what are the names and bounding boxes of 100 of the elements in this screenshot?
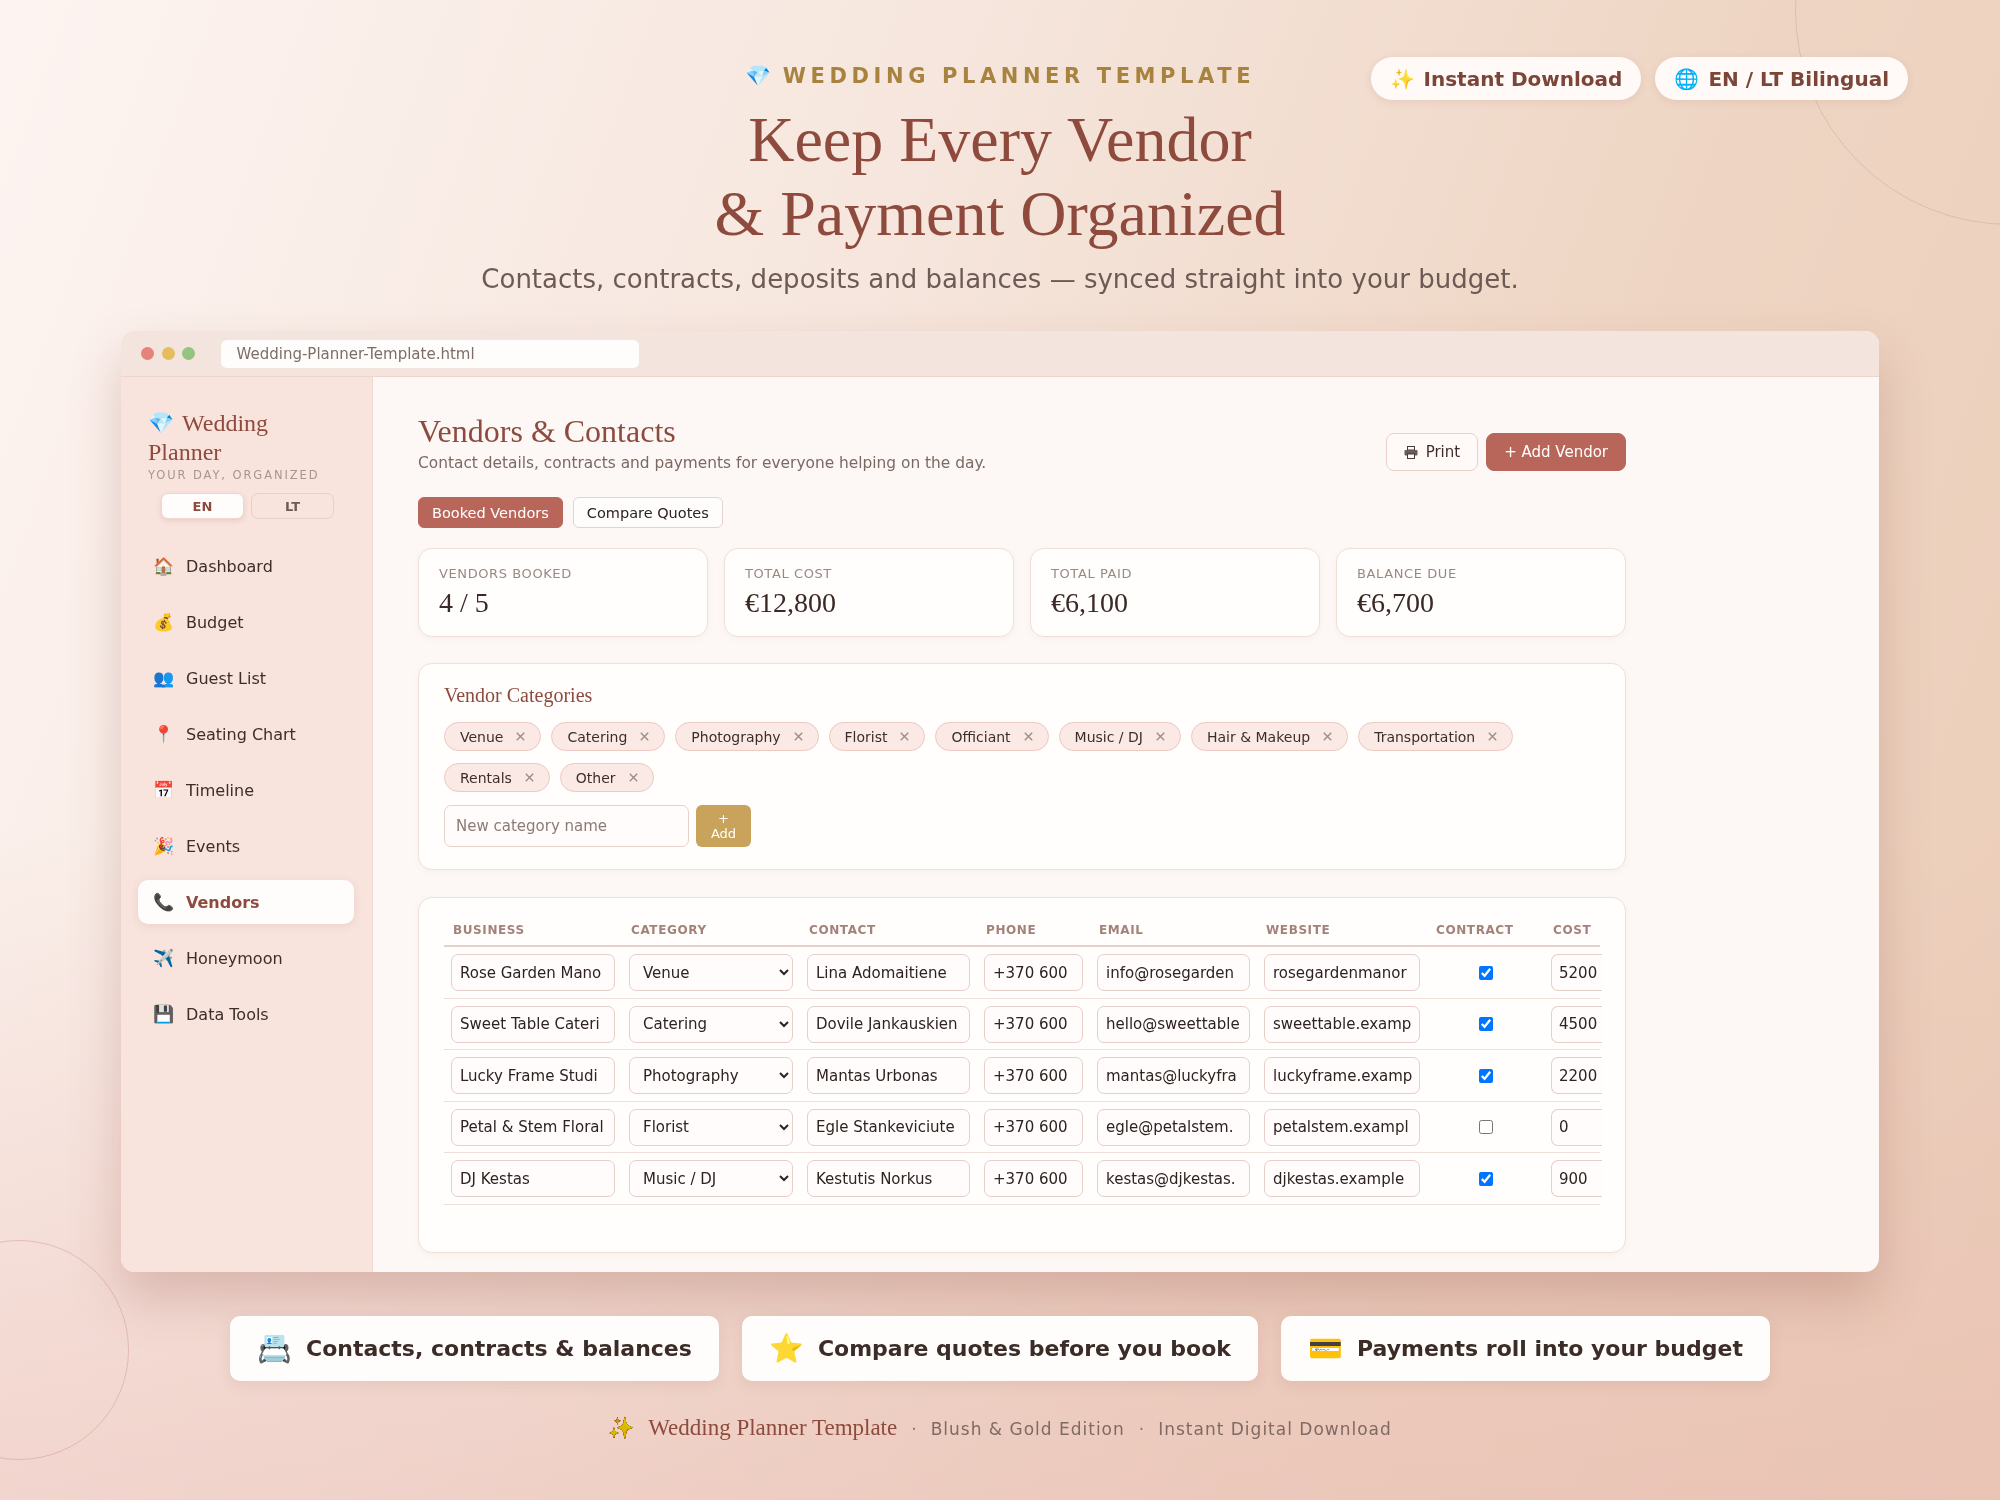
business-name-field[interactable]: DJ Kestas <box>451 1160 615 1198</box>
column-header: PHONE <box>985 923 1037 939</box>
contact-name-field[interactable]: Dovile Jankauskien <box>807 1005 970 1043</box>
logo-text: Wedding <box>182 409 269 438</box>
credit-card-icon: 💳 <box>1307 1334 1343 1363</box>
tag-label: Other <box>575 769 616 786</box>
email-field[interactable]: info@rosegarden <box>1097 954 1250 991</box>
website-field[interactable]: luckyframe.examp <box>1264 1057 1420 1095</box>
tag-label: Officiant <box>951 728 1011 745</box>
badge-label: Instant Download <box>1423 66 1623 91</box>
contract-checkbox[interactable] <box>1478 1120 1493 1135</box>
separator-dot: · <box>1138 1419 1145 1439</box>
close-icon[interactable] <box>1488 732 1498 741</box>
phone-field[interactable]: +370 600 <box>984 1108 1083 1146</box>
business-name-field[interactable]: Sweet Table Cateri <box>451 1005 615 1043</box>
email-field[interactable]: egle@petalstem. <box>1097 1108 1250 1146</box>
website-field[interactable]: djkestas.example <box>1264 1160 1420 1198</box>
logo-text: Planner <box>148 438 222 467</box>
sidebar-item[interactable]: 📞 Vendors <box>138 880 354 924</box>
sidebar-item[interactable]: 💰 Budget <box>138 600 354 644</box>
category-select[interactable]: Catering <box>629 1005 793 1043</box>
close-icon[interactable] <box>793 732 803 741</box>
language-toggle[interactable]: EN <box>161 493 244 519</box>
floppy-disk-icon: 💾 <box>153 1005 174 1023</box>
phone-field[interactable]: +370 600 <box>984 1160 1083 1198</box>
sidebar-item[interactable]: ✈ Honeymoon <box>138 936 354 980</box>
stat-value: €12,800 <box>745 587 836 619</box>
cost-field[interactable]: 2200 <box>1551 1057 1602 1095</box>
language-toggle[interactable]: LT <box>251 493 334 519</box>
tag-label: Rentals <box>460 769 512 786</box>
stat-value: €6,700 <box>1357 587 1434 619</box>
email-field[interactable]: mantas@luckyfra <box>1097 1057 1250 1095</box>
card-index-icon: 📇 <box>257 1334 293 1363</box>
tag-label: Music / DJ <box>1074 728 1143 745</box>
website-field[interactable]: sweettable.examp <box>1264 1005 1420 1043</box>
view-tab[interactable]: Compare Quotes <box>572 497 723 528</box>
contract-checkbox[interactable] <box>1478 1171 1493 1186</box>
feature-label: Payments roll into your budget <box>1356 1336 1743 1361</box>
tag-label: Photography <box>691 728 781 745</box>
phone-field[interactable]: +370 600 <box>984 1057 1083 1095</box>
cost-field[interactable]: 0 <box>1551 1108 1602 1146</box>
website-field[interactable]: rosegardenmanor <box>1264 954 1420 991</box>
close-icon[interactable] <box>1155 732 1165 741</box>
sidebar-item[interactable]: 📍 Seating Chart <box>138 712 354 756</box>
minimize-button[interactable] <box>161 347 175 360</box>
sidebar-item[interactable]: 🎉 Events <box>138 824 354 868</box>
sidebar-item[interactable]: 👥 Guest List <box>138 656 354 700</box>
close-icon[interactable] <box>524 773 534 782</box>
address-bar[interactable]: Wedding-Planner-Template.html <box>220 339 639 368</box>
contact-name-field[interactable]: Lina Adomaitiene <box>807 954 970 991</box>
sidebar-item[interactable]: 🏠 Dashboard <box>138 544 354 588</box>
phone-field[interactable]: +370 600 <box>984 1005 1083 1043</box>
contract-checkbox[interactable] <box>1478 1068 1493 1083</box>
headline: Keep Every Vendor & Payment Organized <box>714 103 1286 251</box>
footer-text: Instant Digital Download <box>1158 1419 1392 1439</box>
new-category-field[interactable]: New category name <box>444 805 689 847</box>
sidebar-item[interactable]: 💾 Data Tools <box>138 992 354 1036</box>
stat-value: €6,100 <box>1051 587 1128 619</box>
close-icon[interactable] <box>900 732 910 741</box>
tag-label: Transportation <box>1374 728 1476 745</box>
website-field[interactable]: petalstem.exampl <box>1264 1108 1420 1146</box>
category-select[interactable]: Venue <box>629 954 793 991</box>
cost-field[interactable]: 900 <box>1551 1160 1602 1198</box>
phone-field[interactable]: +370 600 <box>984 954 1083 991</box>
close-icon[interactable] <box>1323 732 1333 741</box>
contract-checkbox[interactable] <box>1478 1017 1493 1032</box>
print-button[interactable]: Print <box>1385 433 1479 471</box>
page-subtitle: Contact details, contracts and payments for everyone helping on the day. <box>418 453 987 473</box>
contact-name-field[interactable]: Mantas Urbonas <box>807 1057 970 1095</box>
column-header: CONTRACT <box>1435 923 1514 939</box>
sidebar-item[interactable]: 📅 Timeline <box>138 768 354 812</box>
zoom-button[interactable] <box>182 347 195 360</box>
eyebrow-label: WEDDING PLANNER TEMPLATE <box>782 63 1256 89</box>
email-field[interactable]: hello@sweettable <box>1097 1005 1250 1043</box>
cost-field[interactable]: 4500 <box>1551 1005 1602 1043</box>
business-name-field[interactable]: Petal & Stem Floral <box>451 1108 615 1146</box>
close-button[interactable] <box>141 347 154 360</box>
gem-icon: 💎 <box>148 413 174 434</box>
logo-tagline: YOUR DAY, ORGANIZED <box>147 468 321 482</box>
category-select[interactable]: Music / DJ <box>629 1160 793 1198</box>
close-icon[interactable] <box>628 773 638 782</box>
add-vendor-button[interactable]: + Add Vendor <box>1486 433 1626 471</box>
cost-field[interactable]: 5200 <box>1551 954 1602 991</box>
view-tab[interactable]: Booked Vendors <box>418 497 563 528</box>
column-header: CATEGORY <box>630 923 707 939</box>
contract-checkbox[interactable] <box>1478 965 1493 980</box>
contact-name-field[interactable]: Egle Stankeviciute <box>807 1108 970 1146</box>
close-icon[interactable] <box>640 732 650 741</box>
business-name-field[interactable]: Rose Garden Mano <box>451 954 615 991</box>
contact-name-field[interactable]: Kestutis Norkus <box>807 1160 970 1198</box>
stat-label: VENDORS BOOKED <box>439 566 572 582</box>
close-icon[interactable] <box>516 732 526 741</box>
business-name-field[interactable]: Lucky Frame Studi <box>451 1057 615 1095</box>
column-header: BUSINESS <box>452 923 525 939</box>
close-icon[interactable] <box>1023 732 1033 741</box>
category-select[interactable]: Photography <box>629 1057 793 1095</box>
party-popper-icon: 🎉 <box>153 837 174 855</box>
category-select[interactable]: Florist <box>629 1108 793 1146</box>
calendar-icon: 📅 <box>153 781 174 799</box>
email-field[interactable]: kestas@djkestas. <box>1097 1160 1250 1198</box>
